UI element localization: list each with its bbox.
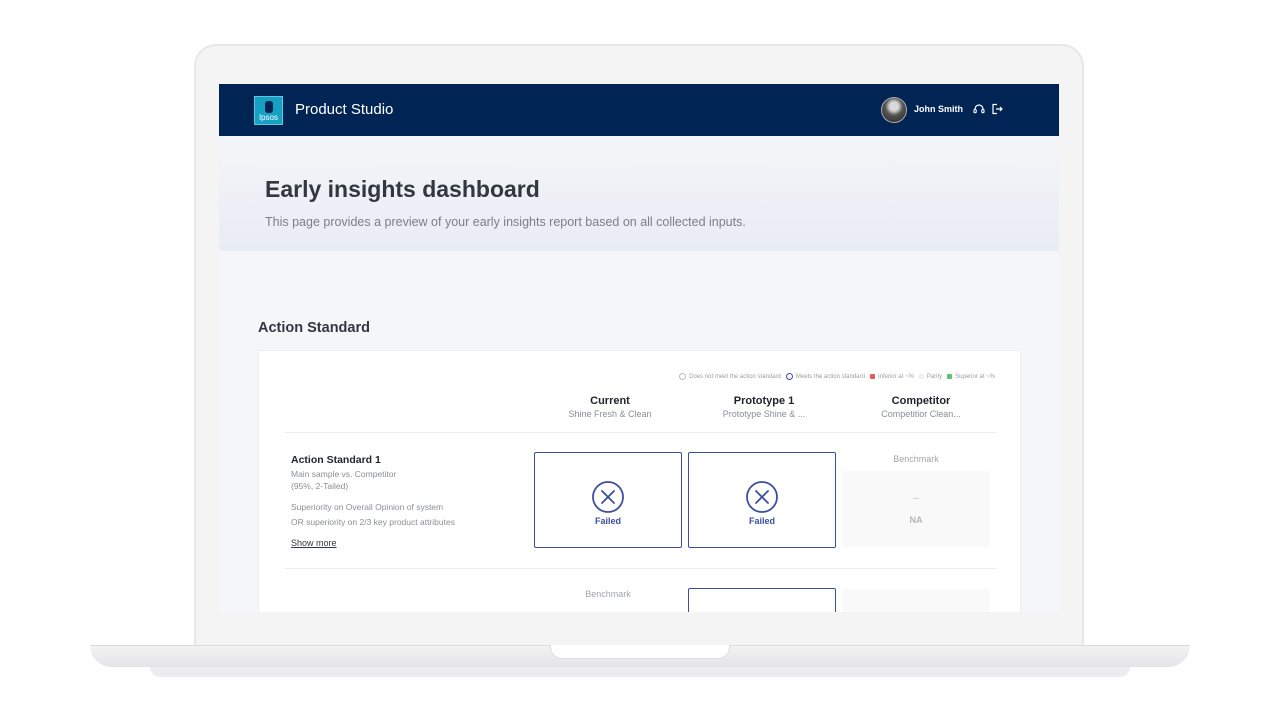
standard-title: Action Standard 1: [291, 454, 381, 466]
laptop-base-shadow: [150, 667, 1130, 677]
legend-item-meets: Meets the action standard: [785, 373, 865, 380]
legend-label: Does not meet the action standard: [689, 373, 781, 380]
logout-icon[interactable]: [990, 102, 1004, 116]
superior-swatch-icon: [947, 374, 953, 379]
standard-detail: (95%, 2-Tailed): [291, 481, 349, 491]
column-subtitle: Shine Fresh & Clean: [568, 409, 652, 419]
benchmark-na: -- NA: [842, 471, 990, 547]
result-label: Failed: [748, 516, 775, 526]
legend-label: Inferior at ~%: [877, 373, 914, 380]
legend-label: Parity: [926, 373, 943, 380]
logo-text: Ipsos: [258, 113, 279, 122]
benchmark-placeholder: [842, 589, 990, 612]
section-title: Action Standard: [258, 320, 370, 336]
column-title: Competitor: [891, 395, 951, 407]
legend-label: Superior at ~%: [955, 373, 995, 380]
user-name[interactable]: John Smith: [914, 104, 963, 114]
page-title: Early insights dashboard: [265, 176, 540, 202]
show-more-link[interactable]: Show more: [291, 538, 337, 548]
result-current[interactable]: Failed: [534, 452, 682, 548]
app-title[interactable]: Product Studio: [295, 101, 393, 118]
failed-icon: [746, 481, 778, 513]
column-header-current: Current Shine Fresh & Clean: [535, 395, 685, 419]
parity-swatch-icon: [918, 374, 924, 379]
column-subtitle: Prototype Shine & ...: [722, 409, 806, 419]
benchmark-label: Benchmark: [585, 589, 631, 599]
column-subtitle: Competitior Clean...: [881, 409, 961, 419]
failed-icon: [592, 481, 624, 513]
logo-mark-icon: [265, 101, 273, 113]
app-screen: Ipsos Product Studio John Smith Early in…: [219, 84, 1059, 612]
benchmark-label: Benchmark: [893, 454, 939, 464]
avatar[interactable]: [881, 97, 907, 123]
result-label: Failed: [594, 516, 621, 526]
legend: Does not meet the action standard Meets …: [679, 373, 995, 380]
legend-item-superior: Superior at ~%: [947, 374, 995, 380]
result-prototype[interactable]: Failed: [688, 452, 836, 548]
inferior-swatch-icon: [869, 374, 875, 379]
legend-label: Meets the action standard: [795, 373, 865, 380]
divider: [285, 568, 996, 569]
laptop-notch: [550, 645, 730, 659]
benchmark-value: NA: [909, 515, 923, 525]
result-prototype-2[interactable]: [688, 588, 836, 612]
standard-detail: Superiority on Overall Opinion of system: [291, 502, 444, 512]
support-icon[interactable]: [972, 102, 986, 116]
action-standard-card: Does not meet the action standard Meets …: [258, 350, 1021, 612]
column-title: Prototype 1: [733, 395, 795, 407]
legend-item-not-meet: Does not meet the action standard: [679, 373, 781, 380]
page-subtitle: This page provides a preview of your ear…: [265, 215, 746, 229]
column-header-prototype: Prototype 1 Prototype Shine & ...: [689, 395, 839, 419]
ipsos-logo[interactable]: Ipsos: [254, 96, 283, 125]
divider: [285, 432, 996, 433]
column-header-competitor: Competitor Competitior Clean...: [846, 395, 996, 419]
benchmark-dash: --: [913, 493, 919, 503]
standard-detail: Main sample vs. Competitor: [291, 469, 397, 479]
legend-item-parity: Parity: [918, 373, 943, 380]
not-meet-icon: [679, 373, 687, 380]
meets-icon: [785, 373, 793, 380]
legend-item-inferior: Inferior at ~%: [869, 373, 914, 380]
top-navigation-bar: Ipsos Product Studio John Smith: [219, 84, 1059, 136]
standard-detail: OR superiority on 2/3 key product attrib…: [291, 517, 455, 527]
column-title: Current: [590, 395, 630, 407]
